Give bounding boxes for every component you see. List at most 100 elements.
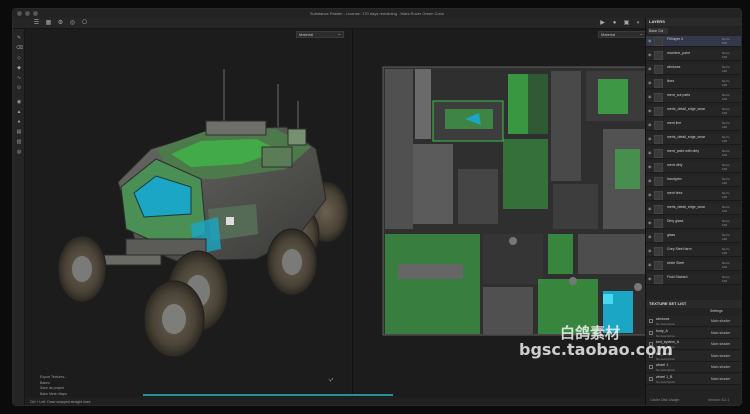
layer-opacity[interactable]: 100	[722, 265, 727, 269]
layer-row[interactable]: ◉ glass Norm 100	[646, 232, 741, 243]
texture-set-row[interactable]: windows No description Main shader	[646, 316, 741, 327]
projection-icon[interactable]: ◇	[16, 55, 22, 61]
viewport-2d-mode-select[interactable]: Material	[598, 31, 646, 38]
texture-set-shader[interactable]: Main shader	[711, 365, 730, 369]
layer-opacity[interactable]: 100	[722, 237, 727, 241]
layer-row[interactable]: ◉ merls_detail_edge_wear Norm 100	[646, 134, 741, 145]
visibility-eye-icon[interactable]: ◉	[648, 123, 652, 127]
visibility-eye-icon[interactable]: ◉	[648, 179, 652, 183]
visibility-eye-icon[interactable]: ◉	[648, 81, 652, 85]
polygon-icon[interactable]: ▲	[16, 109, 22, 115]
layer-row[interactable]: ◉ handgrim Norm 100	[646, 176, 741, 187]
clone-icon[interactable]: ⊙	[16, 85, 22, 91]
visibility-eye-icon[interactable]: ◉	[648, 263, 652, 267]
menu-icon[interactable]: ☰	[33, 20, 40, 27]
layer-icon[interactable]: ▥	[16, 139, 22, 145]
texture-set-checkbox[interactable]	[649, 319, 653, 323]
visibility-eye-icon[interactable]: ◉	[648, 39, 652, 43]
layer-opacity[interactable]: 100	[722, 223, 727, 227]
view-icon[interactable]: ◐	[635, 20, 642, 27]
texture-set-row[interactable]: body_A No description Main shader	[646, 327, 741, 339]
visibility-eye-icon[interactable]: ◉	[648, 67, 652, 71]
visibility-eye-icon[interactable]: ◉	[648, 95, 652, 99]
visibility-eye-icon[interactable]: ◉	[648, 207, 652, 211]
viewport-3d-mode-select[interactable]: Material	[296, 31, 344, 38]
layer-opacity[interactable]: 100	[722, 139, 727, 143]
layer-row[interactable]: ◉ Fill layer 4 Norm 100	[646, 36, 741, 47]
layer-opacity[interactable]: 100	[722, 125, 727, 129]
layer-opacity[interactable]: 100	[722, 97, 727, 101]
texture-settings-button[interactable]: Settings	[710, 309, 723, 313]
material-icon[interactable]: ◍	[16, 149, 22, 155]
visibility-eye-icon[interactable]: ◉	[648, 249, 652, 253]
visibility-eye-icon[interactable]: ◉	[648, 193, 652, 197]
layer-row[interactable]: ◉ white Steel Norm 100	[646, 260, 741, 271]
layer-row[interactable]: ◉ windows Norm 100	[646, 64, 741, 75]
texture-set-shader[interactable]: Main shader	[711, 354, 730, 358]
texture-set-shader[interactable]: Main shader	[711, 319, 730, 323]
visibility-eye-icon[interactable]: ◉	[648, 109, 652, 113]
play-icon[interactable]: ▶	[599, 20, 606, 27]
layer-opacity[interactable]: 100	[722, 209, 727, 213]
texture-set-checkbox[interactable]	[649, 376, 653, 381]
layer-opacity[interactable]: 100	[722, 69, 727, 73]
layer-opacity[interactable]: 100	[722, 41, 727, 45]
layer-row[interactable]: ◉ ment line Norm 100	[646, 120, 741, 131]
layer-row[interactable]: ◉ machine_paint Norm 100	[646, 50, 741, 61]
layer-row[interactable]: ◉ ment tires Norm 100	[646, 190, 741, 201]
grid-icon[interactable]: ▦	[45, 20, 52, 27]
layer-opacity[interactable]: 100	[722, 251, 727, 255]
texture-set-shader[interactable]: Main shader	[711, 342, 730, 346]
layer-row[interactable]: ◉ merls_detail_edge_wear Norm 100	[646, 204, 741, 215]
texture-set-shader[interactable]: Main shader	[711, 331, 730, 335]
layer-opacity[interactable]: 100	[722, 181, 727, 185]
symmetry-icon[interactable]: ⎔	[81, 20, 88, 27]
layer-opacity[interactable]: 100	[722, 55, 727, 59]
visibility-eye-icon[interactable]: ◉	[648, 235, 652, 239]
visibility-eye-icon[interactable]: ◉	[648, 53, 652, 57]
layer-row[interactable]: ◉ Dirty glass Norm 100	[646, 218, 741, 229]
visibility-eye-icon[interactable]: ◉	[648, 165, 652, 169]
visibility-eye-icon[interactable]: ◉	[648, 137, 652, 141]
layer-opacity[interactable]: 100	[722, 153, 727, 157]
layer-row[interactable]: ◉ Grey Steel farm Norm 100	[646, 246, 741, 257]
layer-thumbnail	[654, 107, 663, 116]
layer-row[interactable]: ◉ ment_paint with dirty Norm 100	[646, 148, 741, 159]
window-controls[interactable]	[17, 11, 38, 16]
layer-thumbnail	[654, 261, 663, 270]
geometry-fill-icon[interactable]: ◆	[16, 65, 22, 71]
stencil-icon[interactable]: ▤	[16, 129, 22, 135]
layer-opacity[interactable]: 100	[722, 111, 727, 115]
layer-row[interactable]: ◉ merls_detail_edge_wear Norm 100	[646, 106, 741, 117]
settings-icon[interactable]: ⚙	[57, 20, 64, 27]
smudge-icon[interactable]: ∿	[16, 75, 22, 81]
layer-name: glass	[667, 233, 676, 237]
visibility-eye-icon[interactable]: ◉	[648, 221, 652, 225]
layer-thumbnail	[654, 219, 663, 228]
texture-set-row[interactable]: wheel 1 No description Main shader	[646, 362, 741, 373]
layer-thumbnail	[654, 205, 663, 214]
layer-row[interactable]: ◉ ment_cut parts Norm 100	[646, 92, 741, 103]
visibility-eye-icon[interactable]: ◉	[648, 151, 652, 155]
layer-opacity[interactable]: 100	[722, 279, 727, 283]
layer-opacity[interactable]: 100	[722, 167, 727, 171]
layer-row[interactable]: ◉ ment dirty Norm 100	[646, 162, 741, 173]
eraser-icon[interactable]: ⌫	[16, 45, 23, 51]
texture-set-checkbox[interactable]	[649, 365, 653, 369]
screenshot-icon[interactable]: ▣	[623, 20, 630, 27]
record-icon[interactable]: ●	[611, 20, 618, 27]
layer-opacity[interactable]: 100	[722, 195, 727, 199]
layer-row[interactable]: ◉ lines Norm 100	[646, 78, 741, 89]
texture-set-shader[interactable]: Main shader	[711, 377, 730, 381]
brush-icon[interactable]: ●	[16, 119, 22, 125]
channel-select[interactable]: Base Col	[648, 28, 668, 34]
layer-opacity[interactable]: 100	[722, 83, 727, 87]
viewport-3d[interactable]: Material ⌄ Export Textures... Bakes Save…	[26, 29, 351, 405]
picker-icon[interactable]: ◉	[16, 99, 22, 105]
camera-icon[interactable]: ◎	[69, 20, 76, 27]
texture-set-checkbox[interactable]	[649, 330, 653, 335]
paint-icon[interactable]: ✎	[16, 35, 22, 41]
visibility-eye-icon[interactable]: ◉	[648, 277, 652, 281]
layer-row[interactable]: ◉ Fluid Stained Norm 100	[646, 274, 741, 285]
texture-set-row[interactable]: wheel 1_B No description Main shader	[646, 373, 741, 385]
